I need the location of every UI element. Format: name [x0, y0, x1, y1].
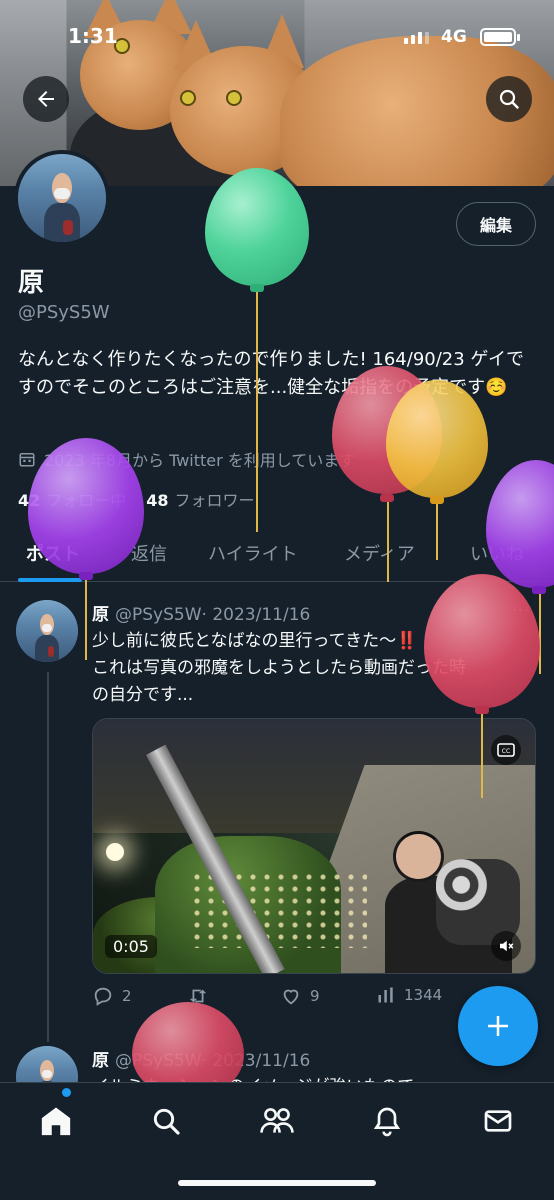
tweet-more-icon[interactable]: ··· — [512, 600, 529, 621]
joined-date: 2023 年8月から Twitter を利用しています — [18, 447, 355, 471]
tab-highlights[interactable]: ハイライト — [208, 540, 298, 566]
retweet-button[interactable] — [186, 985, 210, 1007]
battery-icon — [480, 28, 520, 46]
views-icon — [378, 987, 393, 1003]
signal-icon — [404, 32, 429, 44]
follow-stats: 42 フォロー中 48 フォロワー — [18, 487, 255, 511]
nav-explore[interactable] — [146, 1101, 186, 1141]
nav-notifications[interactable] — [367, 1101, 407, 1141]
mail-icon — [484, 1110, 512, 1132]
profile-name: 原 — [18, 268, 45, 298]
plus-icon — [488, 1016, 508, 1036]
search-icon — [153, 1108, 180, 1135]
thread-line — [47, 672, 49, 1042]
mute-icon[interactable] — [491, 931, 521, 961]
profile-avatar[interactable] — [14, 150, 110, 246]
tweet-header-2: 原 @PSyS5W· 2023/11/16 — [92, 1051, 311, 1071]
joined-text: 2023 年8月から Twitter を利用しています — [44, 451, 356, 470]
views-button[interactable]: 1344 — [376, 985, 442, 1005]
captions-icon[interactable]: CC — [491, 735, 521, 765]
tab-posts[interactable]: ポスト — [26, 540, 80, 566]
profile-handle: @PSyS5W — [18, 302, 110, 323]
search-button[interactable] — [486, 76, 532, 122]
following-link[interactable]: 42 フォロー中 — [18, 487, 126, 511]
like-button[interactable]: 9 — [280, 985, 320, 1007]
search-icon — [499, 89, 519, 109]
reply-icon — [94, 987, 112, 1006]
tab-likes[interactable]: いいね — [470, 540, 524, 566]
new-posts-dot — [62, 1088, 71, 1097]
tweet-text: 少し前に彼氏となばなの里行ってきた〜‼️ これは写真の邪魔をしようとしたら動画だ… — [92, 631, 466, 705]
svg-text:CC: CC — [502, 748, 510, 755]
heart-icon — [283, 989, 299, 1005]
active-tab-indicator — [18, 578, 82, 582]
communities-icon — [260, 1108, 294, 1133]
video-duration: 0:05 — [105, 935, 157, 958]
home-icon — [41, 1107, 71, 1136]
tweet-avatar[interactable] — [16, 600, 78, 662]
back-arrow-icon — [38, 91, 54, 107]
calendar-icon — [19, 453, 35, 467]
bell-icon — [373, 1107, 401, 1137]
home-indicator — [178, 1180, 376, 1186]
status-time: 1:31 — [68, 24, 118, 48]
tweet-header: 原 @PSyS5W· 2023/11/16 — [92, 605, 311, 625]
status-bar: 1:31 4G — [0, 0, 554, 74]
tweet-video[interactable]: CC 0:05 — [92, 718, 536, 974]
tab-replies[interactable]: 返信 — [131, 540, 167, 566]
followers-link[interactable]: 48 フォロワー — [146, 487, 254, 511]
reply-button[interactable]: 2 — [92, 985, 132, 1007]
tab-media[interactable]: メディア — [344, 540, 415, 566]
profile-bio: なんとなく作りたくなったので作りました! 164/90/23 ゲイですのでそこの… — [18, 349, 525, 398]
network-type: 4G — [441, 27, 467, 47]
edit-profile-button[interactable]: 編集 — [456, 202, 536, 246]
retweet-icon — [189, 989, 207, 1003]
compose-button[interactable] — [458, 986, 538, 1066]
nav-communities[interactable] — [257, 1101, 297, 1141]
nav-home[interactable] — [36, 1101, 76, 1141]
nav-messages[interactable] — [478, 1101, 518, 1141]
back-button[interactable] — [23, 76, 69, 122]
profile-tabs: ポスト 返信 ハイライト メディア いいね — [0, 528, 554, 582]
